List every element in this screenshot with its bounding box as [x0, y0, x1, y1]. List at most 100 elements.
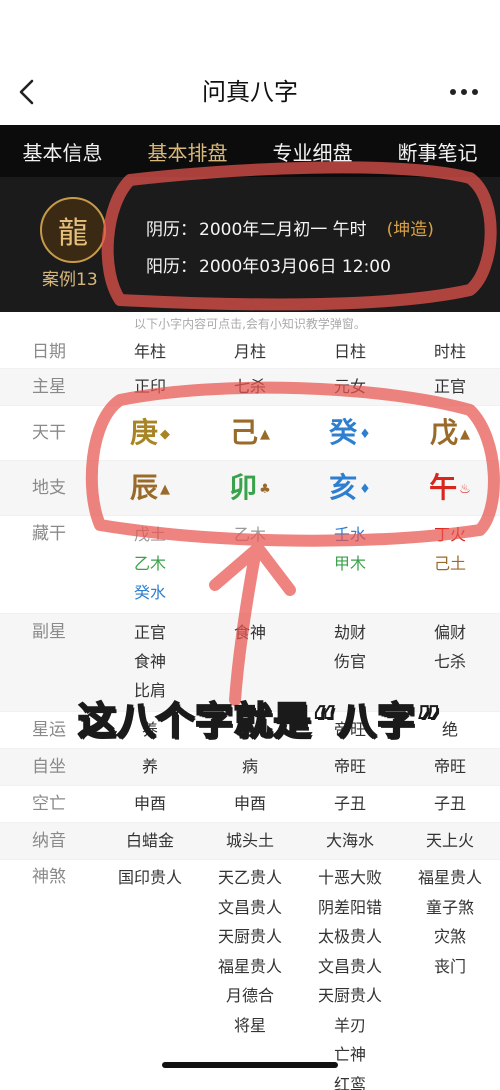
- row-label: 自坐: [0, 749, 100, 785]
- shensha-item: 福星贵人: [200, 952, 300, 982]
- shensha-item: 羊刃: [300, 1011, 400, 1041]
- hidden-stem: 乙木: [200, 520, 300, 549]
- lunar-date-line: 阴历：2000年二月初一 午时(坤造): [146, 215, 434, 240]
- sub-star: 正官: [100, 618, 200, 647]
- dizhi-month[interactable]: 卯♣: [200, 461, 300, 515]
- shensha-item: 太极贵人: [300, 922, 400, 952]
- shensha-item: 丧门: [400, 952, 500, 982]
- kongwang-year[interactable]: 申酉: [100, 786, 200, 822]
- branch-char: 午: [429, 471, 457, 504]
- hidden-stem: 甲木: [300, 549, 400, 578]
- nayin-hour[interactable]: 天上火: [400, 823, 500, 859]
- water-icon: ♦: [359, 427, 371, 442]
- col-header-month: 月柱: [200, 336, 300, 368]
- row-label: 神煞: [0, 863, 100, 1090]
- earth-icon: ▲: [160, 482, 170, 497]
- kongwang-month[interactable]: 申酉: [200, 786, 300, 822]
- back-button[interactable]: [10, 70, 44, 114]
- metal-icon: ◆: [160, 427, 170, 442]
- main-star-day[interactable]: 元女: [300, 369, 400, 405]
- zizuo-day[interactable]: 帝旺: [300, 749, 400, 785]
- shensha-item: 灾煞: [400, 922, 500, 952]
- row-label: 主星: [0, 369, 100, 405]
- stem-char: 庚: [130, 416, 158, 449]
- hidden-stem: 壬水: [300, 520, 400, 549]
- hidden-stem: 癸水: [100, 578, 200, 607]
- shensha-item: 童子煞: [400, 893, 500, 923]
- zizuo-hour[interactable]: 帝旺: [400, 749, 500, 785]
- main-star-month[interactable]: 七杀: [200, 369, 300, 405]
- col-header-year: 年柱: [100, 336, 200, 368]
- nayin-year[interactable]: 白蜡金: [100, 823, 200, 859]
- tab-basic-info[interactable]: 基本信息: [19, 137, 107, 166]
- tab-basic-chart[interactable]: 基本排盘: [144, 137, 232, 166]
- tab-bar: 基本信息 基本排盘 专业细盘 断事笔记: [0, 125, 500, 177]
- earth-icon: ▲: [260, 427, 270, 442]
- kongwang-hour[interactable]: 子丑: [400, 786, 500, 822]
- gender-badge: (坤造): [387, 220, 434, 240]
- case-label: 案例13: [42, 265, 98, 290]
- dragon-avatar-icon[interactable]: 龍: [40, 197, 106, 263]
- canggan-hour[interactable]: 丁火 己土: [400, 520, 500, 613]
- row-canggan: 藏干 戊土 乙木 癸水 乙木 壬水 甲木 丁火 己土: [0, 516, 500, 614]
- solar-label: 阳历：: [146, 257, 197, 277]
- row-main-star: 主星 正印 七杀 元女 正官: [0, 369, 500, 406]
- stem-char: 己: [230, 416, 258, 449]
- tip-banner[interactable]: 以下小字内容可点击,会有小知识教学弹窗。: [0, 312, 500, 336]
- sub-star: 伤官: [300, 647, 400, 676]
- nayin-day[interactable]: 大海水: [300, 823, 400, 859]
- shensha-item: 月德合: [200, 981, 300, 1011]
- hidden-stem: 乙木: [100, 549, 200, 578]
- zizuo-year[interactable]: 养: [100, 749, 200, 785]
- sub-star: 食神: [100, 647, 200, 676]
- nayin-month[interactable]: 城头土: [200, 823, 300, 859]
- shensha-item: 文昌贵人: [200, 893, 300, 923]
- tiangan-hour[interactable]: 戊▲: [400, 406, 500, 460]
- branch-char: 卯: [229, 471, 257, 504]
- kongwang-day[interactable]: 子丑: [300, 786, 400, 822]
- canggan-year[interactable]: 戊土 乙木 癸水: [100, 520, 200, 613]
- row-label: 纳音: [0, 823, 100, 859]
- dizhi-year[interactable]: 辰▲: [100, 461, 200, 515]
- solar-value: 2000年03月06日 12:00: [199, 257, 391, 277]
- col-header-hour: 时柱: [400, 336, 500, 368]
- shensha-month[interactable]: 天乙贵人 文昌贵人 天厨贵人 福星贵人 月德合 将星: [200, 863, 300, 1090]
- shensha-item: 阴差阳错: [300, 893, 400, 923]
- tiangan-day[interactable]: 癸♦: [300, 406, 400, 460]
- annotation-caption: 这八个字就是“八字”: [78, 690, 478, 745]
- tab-notes[interactable]: 断事笔记: [394, 137, 482, 166]
- shensha-day[interactable]: 十恶大败 阴差阳错 太极贵人 文昌贵人 天厨贵人 羊刃 亡神 红鸾: [300, 863, 400, 1090]
- lunar-label: 阴历：: [146, 220, 197, 240]
- branch-char: 亥: [329, 471, 357, 504]
- row-nayin: 纳音 白蜡金 城头土 大海水 天上火: [0, 823, 500, 860]
- shensha-year[interactable]: 国印贵人: [100, 863, 200, 1090]
- tab-detailed-chart[interactable]: 专业细盘: [269, 137, 357, 166]
- more-button[interactable]: [444, 72, 484, 112]
- shensha-item: 天乙贵人: [200, 863, 300, 893]
- shensha-item: 红鸾: [300, 1070, 400, 1090]
- canggan-day[interactable]: 壬水 甲木: [300, 520, 400, 613]
- tiangan-year[interactable]: 庚◆: [100, 406, 200, 460]
- zizuo-month[interactable]: 病: [200, 749, 300, 785]
- row-zizuo: 自坐 养 病 帝旺 帝旺: [0, 749, 500, 786]
- sub-star: 偏财: [400, 618, 500, 647]
- row-dizhi: 地支 辰▲ 卯♣ 亥♦ 午♨: [0, 461, 500, 516]
- wood-icon: ♣: [259, 482, 271, 497]
- main-star-year[interactable]: 正印: [100, 369, 200, 405]
- home-indicator[interactable]: [162, 1062, 338, 1068]
- fire-icon: ♨: [459, 482, 471, 497]
- hidden-stem: 戊土: [100, 520, 200, 549]
- dizhi-day[interactable]: 亥♦: [300, 461, 400, 515]
- earth-icon: ▲: [460, 427, 470, 442]
- row-label: 地支: [0, 461, 100, 515]
- tiangan-month[interactable]: 己▲: [200, 406, 300, 460]
- water-icon: ♦: [359, 482, 371, 497]
- row-tiangan: 天干 庚◆ 己▲ 癸♦ 戊▲: [0, 406, 500, 461]
- page-title: 问真八字: [100, 72, 400, 112]
- canggan-month[interactable]: 乙木: [200, 520, 300, 613]
- dizhi-hour[interactable]: 午♨: [400, 461, 500, 515]
- main-star-hour[interactable]: 正官: [400, 369, 500, 405]
- hidden-stem: 己土: [400, 549, 500, 578]
- col-header-day: 日柱: [300, 336, 400, 368]
- shensha-hour[interactable]: 福星贵人 童子煞 灾煞 丧门: [400, 863, 500, 1090]
